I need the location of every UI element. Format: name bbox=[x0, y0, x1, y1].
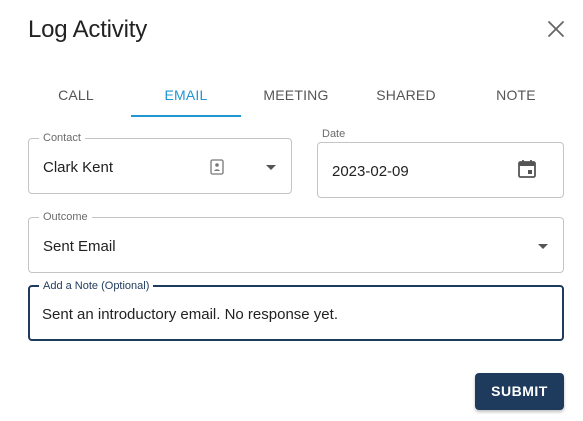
outcome-value: Sent Email bbox=[43, 238, 116, 255]
contact-label: Contact bbox=[39, 132, 85, 144]
outcome-select[interactable]: Outcome Sent Email bbox=[28, 211, 564, 273]
date-field[interactable]: 2023-02-09 bbox=[317, 142, 564, 198]
note-label: Add a Note (Optional) bbox=[39, 280, 154, 292]
activity-tabs: CALL EMAIL MEETING SHARED NOTE bbox=[21, 80, 571, 118]
note-input[interactable]: Add a Note (Optional) Sent an introducto… bbox=[28, 280, 564, 341]
date-value: 2023-02-09 bbox=[332, 163, 409, 180]
caret-down-icon bbox=[538, 244, 548, 249]
calendar-icon[interactable] bbox=[516, 158, 538, 180]
tab-email[interactable]: EMAIL bbox=[131, 80, 241, 118]
caret-down-icon bbox=[266, 165, 276, 170]
submit-button[interactable]: SUBMIT bbox=[475, 373, 564, 410]
contact-select[interactable]: Contact Clark Kent bbox=[28, 132, 292, 194]
date-label: Date bbox=[322, 128, 346, 140]
tab-note[interactable]: NOTE bbox=[461, 80, 571, 118]
note-value: Sent an introductory email. No response … bbox=[42, 306, 338, 323]
dialog-title: Log Activity bbox=[28, 16, 147, 43]
tab-call[interactable]: CALL bbox=[21, 80, 131, 118]
log-activity-dialog: Log Activity CALL EMAIL MEETING SHARED N… bbox=[0, 0, 583, 421]
tab-shared[interactable]: SHARED bbox=[351, 80, 461, 118]
close-icon[interactable] bbox=[545, 18, 567, 40]
contact-value: Clark Kent bbox=[43, 159, 114, 176]
contact-card-icon bbox=[210, 159, 224, 175]
outcome-label: Outcome bbox=[39, 211, 92, 223]
tab-meeting[interactable]: MEETING bbox=[241, 80, 351, 118]
